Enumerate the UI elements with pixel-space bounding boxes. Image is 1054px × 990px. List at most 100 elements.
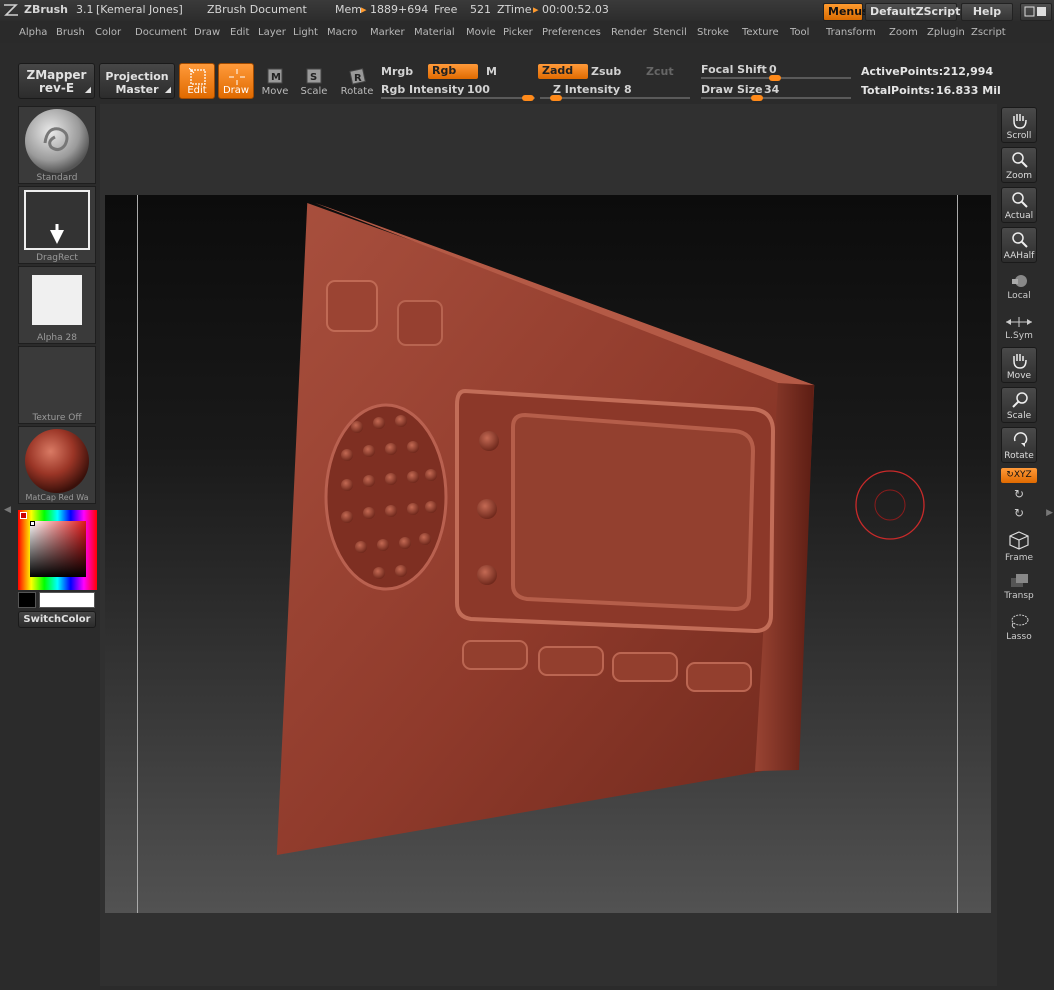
menu-stencil[interactable]: Stencil — [653, 27, 687, 38]
menu-render[interactable]: Render — [611, 27, 647, 38]
draw-size-slider[interactable] — [701, 97, 851, 99]
zadd-toggle[interactable]: Zadd — [538, 64, 588, 79]
scroll-label: Scroll — [1006, 131, 1032, 141]
collapse-left-arrow-icon[interactable]: ◀ — [4, 505, 11, 515]
switch-color-button[interactable]: SwitchColor — [18, 611, 96, 628]
z-intensity-knob[interactable] — [550, 95, 562, 101]
sculpted-panel-model[interactable] — [265, 195, 825, 875]
color-square[interactable] — [30, 521, 86, 577]
focal-shift-label: Focal Shift — [701, 63, 767, 76]
lsym-button[interactable]: L.Sym — [1001, 316, 1037, 341]
zmapper-button[interactable]: ZMapper rev-E ◢ — [18, 63, 95, 99]
document-canvas[interactable] — [105, 195, 991, 913]
brush-name: Standard — [36, 173, 78, 183]
menu-material[interactable]: Material — [414, 27, 455, 38]
menu-picker[interactable]: Picker — [503, 27, 533, 38]
collapse-right-arrow-icon[interactable]: ▶ — [1046, 508, 1053, 518]
menu-color[interactable]: Color — [95, 27, 121, 38]
menu-transform[interactable]: Transform — [826, 27, 876, 38]
draw-mode-button[interactable]: Draw — [218, 63, 254, 99]
menu-zplugin[interactable]: Zplugin — [927, 27, 965, 38]
menus-button[interactable]: Menus — [823, 3, 869, 21]
rotate-label: Rotate — [340, 86, 374, 97]
draw-size-knob[interactable] — [751, 95, 763, 101]
projection-label: Projection — [105, 70, 169, 83]
scale-view-label: Scale — [1006, 411, 1032, 421]
menu-zscript[interactable]: Zscript — [971, 27, 1006, 38]
main-color-swatch[interactable] — [39, 592, 95, 608]
window-controls[interactable] — [1020, 3, 1052, 21]
transp-button[interactable]: Transp — [1001, 572, 1037, 601]
menu-document[interactable]: Document — [135, 27, 187, 38]
svg-text:S: S — [310, 72, 317, 83]
zoom-button[interactable]: Zoom — [1001, 147, 1037, 183]
mrgb-toggle[interactable]: Mrgb — [381, 65, 413, 78]
secondary-color-swatch[interactable] — [18, 592, 36, 608]
color-picker[interactable] — [18, 510, 97, 590]
xyz-rotate-icon: ↻ — [1006, 470, 1014, 480]
draw-icon — [229, 69, 245, 85]
xyz-label: XYZ — [1013, 470, 1032, 480]
rotate-view-button[interactable]: Rotate — [1001, 427, 1037, 463]
actual-button[interactable]: Actual — [1001, 187, 1037, 223]
m-toggle[interactable]: M — [486, 65, 497, 78]
zcut-toggle[interactable]: Zcut — [646, 65, 674, 78]
free-label: Free — [434, 3, 458, 16]
menu-preferences[interactable]: Preferences — [542, 27, 601, 38]
move-label: Move — [261, 86, 289, 97]
y-rotate-button[interactable]: ↻ — [1001, 487, 1037, 501]
z-intensity-slider[interactable] — [540, 97, 690, 99]
z-rotate-button[interactable]: ↻ — [1001, 506, 1037, 520]
lasso-button[interactable]: Lasso — [1001, 613, 1037, 642]
focal-shift-knob[interactable] — [769, 75, 781, 81]
scale-icon: S — [306, 68, 322, 84]
menu-edit[interactable]: Edit — [230, 27, 249, 38]
menu-layer[interactable]: Layer — [258, 27, 286, 38]
rgb-intensity-knob[interactable] — [522, 95, 534, 101]
rotate-mode-button[interactable]: R Rotate — [339, 63, 375, 99]
active-points-label: ActivePoints: — [861, 65, 944, 78]
zsub-toggle[interactable]: Zsub — [591, 65, 621, 78]
menu-marker[interactable]: Marker — [370, 27, 405, 38]
default-zscript-button[interactable]: DefaultZScript — [865, 3, 960, 21]
menu-movie[interactable]: Movie — [466, 27, 496, 38]
corner-arrow-icon: ◢ — [164, 85, 171, 94]
rgb-toggle[interactable]: Rgb — [428, 64, 478, 79]
move-mode-button[interactable]: M Move — [257, 63, 293, 99]
window-controls-icon — [1024, 6, 1046, 17]
move-icon: M — [267, 68, 283, 84]
menu-stroke[interactable]: Stroke — [697, 27, 729, 38]
material-name: MatCap Red Wa — [25, 493, 89, 502]
projection-master-button[interactable]: Projection Master ◢ — [99, 63, 175, 99]
menu-zoom[interactable]: Zoom — [889, 27, 918, 38]
scroll-button[interactable]: Scroll — [1001, 107, 1037, 143]
menu-macro[interactable]: Macro — [327, 27, 357, 38]
rotate-view-icon — [1013, 432, 1028, 447]
rgb-intensity-slider[interactable] — [381, 97, 535, 99]
ztime-label: ZTime — [497, 3, 532, 16]
frame-button[interactable]: Frame — [1001, 530, 1037, 563]
canvas-guide-left — [137, 195, 138, 913]
scale-view-button[interactable]: Scale — [1001, 387, 1037, 423]
menu-bar: Alpha Brush Color Document Draw Edit Lay… — [0, 21, 1054, 43]
edit-icon — [189, 68, 206, 85]
actual-magnifier-icon — [1012, 192, 1028, 208]
aahalf-button[interactable]: AAHalf — [1001, 227, 1037, 263]
edit-mode-button[interactable]: Edit — [179, 63, 215, 99]
triangle-icon: ▸ — [533, 3, 539, 16]
scale-mode-button[interactable]: S Scale — [296, 63, 332, 99]
free-value: 521 — [470, 3, 491, 16]
local-button[interactable]: Local — [1001, 274, 1037, 301]
menu-light[interactable]: Light — [293, 27, 318, 38]
xyz-toggle[interactable]: ↻XYZ — [1001, 468, 1037, 483]
menu-tool[interactable]: Tool — [790, 27, 809, 38]
lasso-label: Lasso — [1006, 632, 1032, 642]
menu-draw[interactable]: Draw — [194, 27, 220, 38]
rgb-intensity-label: Rgb Intensity — [381, 83, 465, 96]
move-view-button[interactable]: Move — [1001, 347, 1037, 383]
help-button[interactable]: Help — [961, 3, 1013, 21]
menu-texture[interactable]: Texture — [742, 27, 779, 38]
dragrect-icon — [24, 190, 90, 250]
menu-alpha[interactable]: Alpha — [19, 27, 47, 38]
menu-brush[interactable]: Brush — [56, 27, 85, 38]
